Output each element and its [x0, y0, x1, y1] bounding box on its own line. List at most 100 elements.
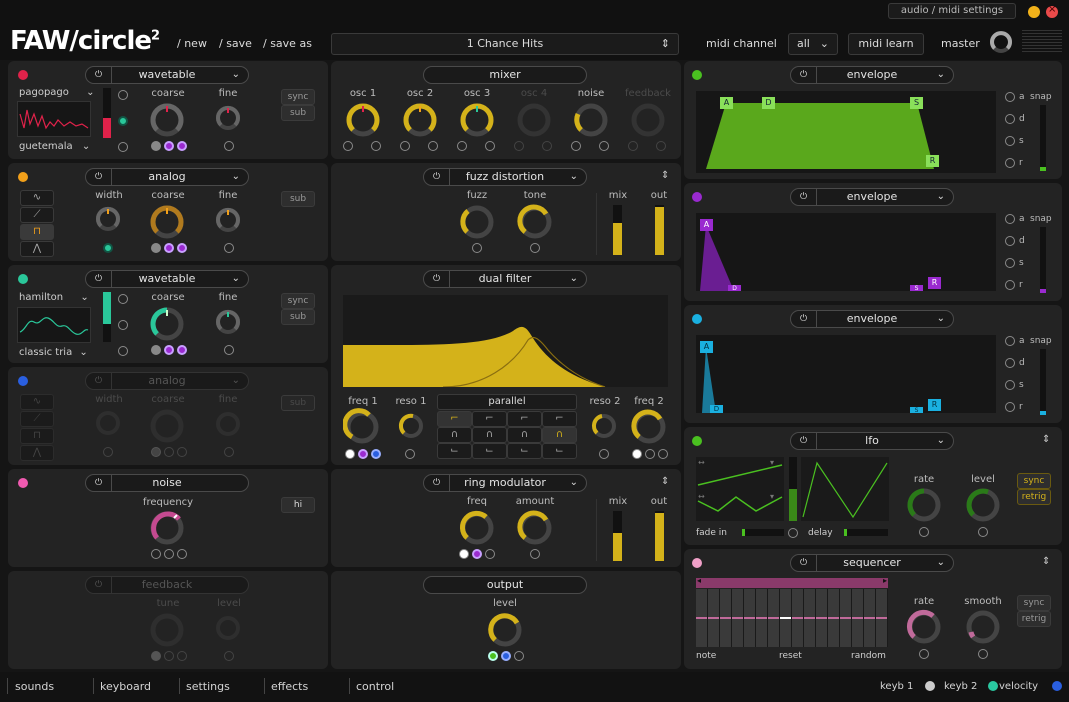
- midi-channel-dropdown[interactable]: all ⌄: [788, 33, 838, 55]
- mod-slot[interactable]: [164, 243, 174, 253]
- mod-slot[interactable]: [978, 649, 988, 659]
- mod-slot[interactable]: [371, 449, 381, 459]
- filter-type-selector[interactable]: ⏻ dual filter ⌄: [423, 270, 587, 288]
- mod-slot[interactable]: [151, 651, 161, 661]
- wave-b-selector[interactable]: guetemala ⌄: [19, 141, 90, 152]
- decay-handle[interactable]: D: [762, 97, 775, 109]
- mix-slider[interactable]: [613, 511, 622, 561]
- saw-wave-button[interactable]: ⟋: [20, 207, 54, 223]
- envelope1-graph[interactable]: A D S R: [696, 91, 996, 173]
- filter-highpass2-button[interactable]: ⌙: [472, 443, 507, 459]
- osc1-type-selector[interactable]: ⏻ wavetable ⌄: [85, 66, 249, 84]
- filter-lowpass3-button[interactable]: ⌐: [507, 411, 542, 427]
- sync-button[interactable]: sync: [281, 293, 315, 309]
- filter-lowpass2-button[interactable]: ⌐: [472, 411, 507, 427]
- envelope3-graph[interactable]: A D S R: [696, 335, 996, 413]
- lfo-sync-button[interactable]: sync: [1017, 473, 1051, 489]
- close-button[interactable]: ×: [1046, 4, 1058, 18]
- coarse-knob[interactable]: [148, 407, 186, 445]
- save-link[interactable]: / save: [219, 37, 252, 50]
- triangle-wave-button[interactable]: ⋀: [20, 241, 54, 257]
- osc4-type-selector[interactable]: ⏻ analog ⌄: [85, 372, 249, 390]
- width-knob[interactable]: [94, 409, 122, 437]
- mod-slot[interactable]: [345, 449, 355, 459]
- seq-sync-button[interactable]: sync: [1017, 595, 1051, 611]
- mod-slot[interactable]: [343, 141, 353, 151]
- save-as-link[interactable]: / save as: [263, 37, 312, 50]
- sync-button[interactable]: sync: [281, 89, 315, 105]
- fade-in-slider[interactable]: [742, 529, 784, 536]
- power-icon[interactable]: ⏻: [424, 169, 450, 185]
- freq1-knob[interactable]: [343, 408, 381, 446]
- r-mod-slot[interactable]: [1005, 280, 1015, 290]
- power-icon[interactable]: ⏻: [86, 271, 112, 287]
- reset-button[interactable]: reset: [779, 651, 802, 661]
- mod-slot[interactable]: [164, 141, 174, 151]
- sub-button[interactable]: sub: [281, 191, 315, 207]
- power-icon[interactable]: ⏻: [424, 271, 450, 287]
- filter-mode-selector[interactable]: parallel: [437, 394, 577, 410]
- filter-response-graph[interactable]: [343, 295, 668, 388]
- out-slider[interactable]: [655, 511, 664, 561]
- midi-learn-button[interactable]: midi learn: [848, 33, 924, 55]
- filter-highpass-button[interactable]: ⌙: [437, 443, 472, 459]
- reorder-icon[interactable]: ⇕: [661, 476, 669, 487]
- hi-button[interactable]: hi: [281, 497, 315, 513]
- triangle-wave-button[interactable]: ⋀: [20, 445, 54, 461]
- mod-slot[interactable]: [151, 141, 161, 151]
- freq-knob[interactable]: [458, 509, 496, 547]
- a-mod-slot[interactable]: [1005, 336, 1015, 346]
- osc3-mix-knob[interactable]: [458, 101, 496, 139]
- sub-button[interactable]: sub: [281, 105, 315, 121]
- new-link[interactable]: / new: [177, 37, 207, 50]
- seq-retrig-button[interactable]: retrig: [1017, 611, 1051, 627]
- mod-slot[interactable]: [177, 651, 187, 661]
- mod-slot[interactable]: [472, 243, 482, 253]
- filter-bandpass-button[interactable]: ∩: [437, 427, 472, 443]
- random-button[interactable]: random: [851, 651, 886, 661]
- a-mod-slot[interactable]: [1005, 92, 1015, 102]
- osc2-mix-knob[interactable]: [401, 101, 439, 139]
- master-knob[interactable]: [988, 29, 1014, 55]
- r-mod-slot[interactable]: [1005, 158, 1015, 168]
- mod-slot[interactable]: [919, 527, 929, 537]
- mod-slot[interactable]: [571, 141, 581, 151]
- osc3-type-selector[interactable]: ⏻ wavetable ⌄: [85, 270, 249, 288]
- filter-highpass3-button[interactable]: ⌙: [507, 443, 542, 459]
- frequency-knob[interactable]: [148, 509, 186, 547]
- mod-slot[interactable]: [103, 243, 113, 253]
- release-handle[interactable]: R: [928, 277, 941, 289]
- mod-slot[interactable]: [428, 141, 438, 151]
- mod-slot[interactable]: [658, 449, 668, 459]
- power-icon[interactable]: ⏻: [86, 67, 112, 83]
- mod-slot[interactable]: [485, 141, 495, 151]
- mod-slot[interactable]: [118, 346, 128, 356]
- sub-button[interactable]: sub: [281, 395, 315, 411]
- sustain-handle[interactable]: S: [910, 97, 923, 109]
- minimize-button[interactable]: [1028, 6, 1040, 18]
- mod-slot[interactable]: [164, 345, 174, 355]
- envelope2-selector[interactable]: ⏻ envelope ⌄: [790, 188, 954, 206]
- sequencer-selector[interactable]: ⏻ sequencer ⌄: [790, 554, 954, 572]
- reorder-icon[interactable]: ⇕: [1042, 434, 1050, 445]
- lfo-selector[interactable]: ⏻ lfo ⌄: [790, 432, 954, 450]
- sine-wave-button[interactable]: ∿: [20, 394, 54, 410]
- mod-slot[interactable]: [405, 449, 415, 459]
- reso2-knob[interactable]: [590, 412, 618, 440]
- mod-slot[interactable]: [177, 345, 187, 355]
- mod-slot[interactable]: [358, 449, 368, 459]
- power-icon[interactable]: ⏻: [86, 475, 112, 491]
- out-slider[interactable]: [655, 205, 664, 255]
- mod-slot[interactable]: [164, 549, 174, 559]
- reorder-icon[interactable]: ⇕: [661, 170, 669, 181]
- lfo-retrig-button[interactable]: retrig: [1017, 489, 1051, 505]
- decay-handle[interactable]: D: [728, 285, 741, 291]
- mod-slot[interactable]: [656, 141, 666, 151]
- mod-slot[interactable]: [224, 141, 234, 151]
- mod-slot[interactable]: [919, 649, 929, 659]
- square-wave-button[interactable]: ⊓: [20, 224, 54, 240]
- lfo-level-knob[interactable]: [964, 486, 1002, 524]
- mod-slot[interactable]: [118, 142, 128, 152]
- attack-handle[interactable]: A: [700, 219, 713, 231]
- mod-slot[interactable]: [400, 141, 410, 151]
